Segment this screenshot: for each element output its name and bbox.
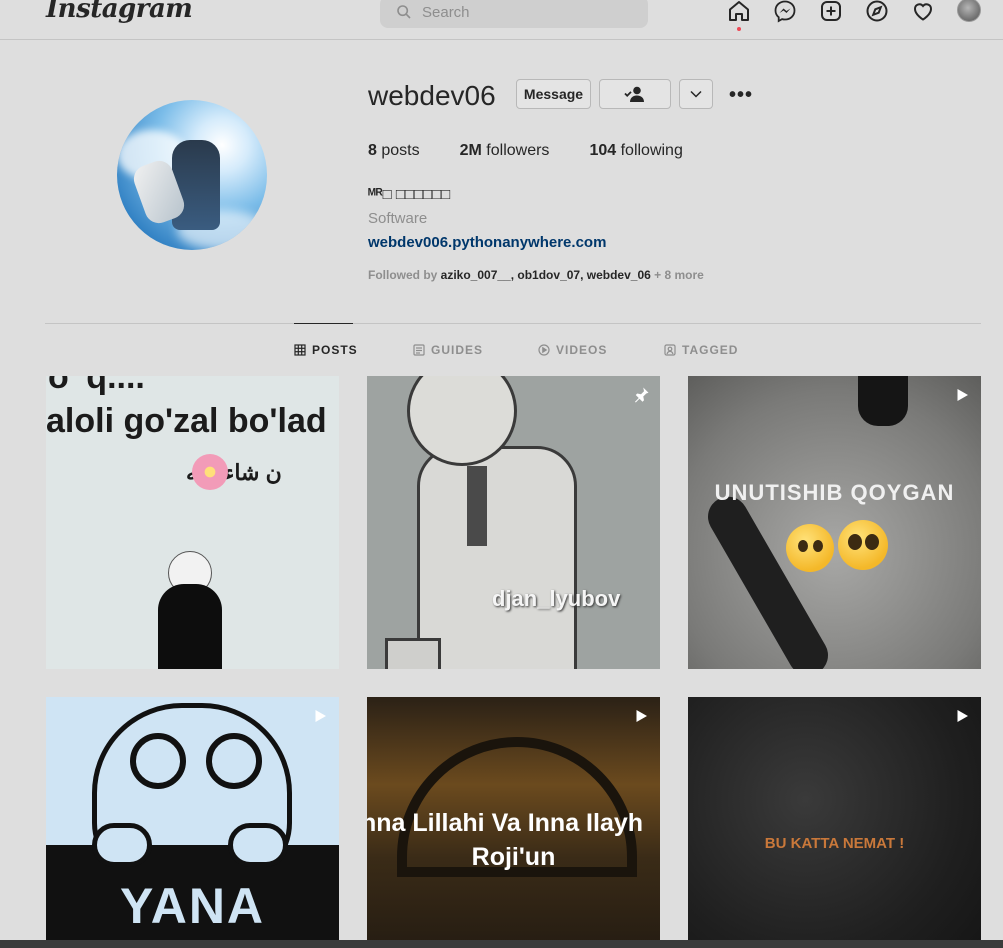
- grid-icon: [294, 344, 306, 356]
- confused-emoji: [786, 524, 834, 572]
- flower-emoji: [192, 454, 228, 490]
- tab-posts[interactable]: POSTS: [294, 343, 358, 357]
- search-icon: [397, 5, 411, 19]
- bio-category: Software: [368, 210, 428, 227]
- more-options-icon[interactable]: •••: [729, 84, 753, 107]
- post-text: Roji'un: [471, 843, 556, 871]
- bio-display-name: ᴹᴿ□ □□□□□□: [368, 186, 451, 203]
- profile-avatar-icon[interactable]: [957, 0, 981, 22]
- followed-by[interactable]: Followed by aziko_007__, ob1dov_07, webd…: [368, 268, 704, 282]
- home-icon[interactable]: [726, 0, 752, 31]
- bio-website-link[interactable]: webdev006.pythonanywhere.com: [368, 234, 606, 251]
- emoji-eye: [848, 534, 862, 550]
- search-placeholder: Search: [422, 3, 470, 21]
- followers-stat[interactable]: 2M followers: [460, 142, 550, 160]
- guide-icon: [413, 344, 425, 356]
- post-text: nna Lillahi Va Inna Ilayh: [367, 809, 644, 837]
- emoji-eye: [798, 540, 808, 552]
- post-text: BU KATTA NEMAT !: [764, 835, 905, 852]
- tabs-divider: [45, 323, 981, 324]
- following-button[interactable]: [599, 79, 671, 109]
- followed-by-more: + 8 more: [650, 268, 704, 282]
- post-text: YANA: [119, 878, 266, 934]
- explore-icon[interactable]: [864, 0, 890, 24]
- following-count: 104: [589, 142, 617, 159]
- tab-videos-label: VIDEOS: [556, 343, 608, 357]
- profile-avatar[interactable]: [117, 100, 267, 250]
- figure-shadow: [700, 489, 836, 669]
- briefcase: [385, 638, 441, 669]
- tab-guides-label: GUIDES: [431, 343, 484, 357]
- post-text: o' q....: [48, 376, 145, 396]
- avatar-person: [172, 140, 220, 230]
- posts-count: 8: [368, 142, 377, 159]
- followed-by-names: aziko_007__, ob1dov_07, webdev_06: [440, 268, 651, 282]
- user-check-icon: [624, 86, 644, 102]
- active-tab-indicator: [294, 323, 353, 324]
- tagged-icon: [664, 344, 676, 356]
- cat-glasses: [206, 733, 262, 789]
- figure-top: [858, 376, 908, 426]
- post-watermark: djan_lyubov: [492, 586, 621, 611]
- pleading-emoji: [838, 520, 888, 570]
- tab-videos[interactable]: VIDEOS: [538, 343, 607, 357]
- following-stat[interactable]: 104 following: [589, 142, 682, 160]
- video-play-icon: [636, 710, 647, 722]
- emoji-eye: [813, 540, 823, 552]
- emoji-eye: [865, 534, 879, 550]
- bottom-scrollbar[interactable]: [0, 940, 1003, 948]
- video-play-icon: [957, 389, 968, 401]
- play-circle-icon: [538, 344, 550, 356]
- man-coat: [417, 446, 577, 669]
- followers-count: 2M: [459, 142, 482, 159]
- post-tile[interactable]: YANA: [46, 697, 339, 948]
- video-play-icon: [957, 710, 968, 722]
- posts-label: posts: [381, 142, 420, 159]
- post-tile[interactable]: o' q.... aloli go'zal bo'lad ن شاء الله: [46, 376, 339, 669]
- suggested-accounts-dropdown[interactable]: [679, 79, 713, 109]
- message-button[interactable]: Message: [516, 79, 591, 109]
- cat-paw: [228, 823, 288, 867]
- activity-heart-icon[interactable]: [910, 0, 936, 24]
- post-text: aloli go'zal bo'lad: [46, 402, 327, 440]
- profile-stats: 8 posts 2M followers 104 following: [368, 142, 723, 160]
- nav-icon-bar: [726, 0, 956, 31]
- character-body: [158, 584, 222, 669]
- following-label: following: [620, 142, 683, 159]
- post-tile[interactable]: BU KATTA NEMAT !: [688, 697, 981, 948]
- instagram-logo[interactable]: Instagram: [46, 0, 193, 24]
- search-bar[interactable]: Search: [380, 0, 648, 28]
- cat-paw: [92, 823, 152, 867]
- profile-username: webdev06: [368, 80, 496, 111]
- post-tile[interactable]: UNUTISHIB QOYGAN: [688, 376, 981, 669]
- tab-tagged[interactable]: TAGGED: [664, 343, 738, 357]
- chevron-down-icon: [690, 90, 702, 98]
- new-post-icon[interactable]: [818, 0, 844, 24]
- top-navbar: Instagram Search: [0, 0, 1003, 40]
- tab-posts-label: POSTS: [312, 343, 358, 357]
- home-notification-dot: [737, 27, 741, 31]
- tab-guides[interactable]: GUIDES: [413, 343, 483, 357]
- posts-stat: 8 posts: [368, 142, 420, 160]
- followers-label: followers: [486, 142, 550, 159]
- post-tile[interactable]: djan_lyubov: [367, 376, 660, 669]
- man-tie: [467, 466, 487, 546]
- video-play-icon: [315, 710, 326, 722]
- post-tile[interactable]: nna Lillahi Va Inna Ilayh Roji'un: [367, 697, 660, 948]
- messenger-icon[interactable]: [772, 0, 798, 24]
- cat-glasses: [130, 733, 186, 789]
- tab-tagged-label: TAGGED: [682, 343, 739, 357]
- post-text: UNUTISHIB QOYGAN: [714, 480, 955, 505]
- pin-icon: [635, 387, 649, 403]
- followed-by-prefix: Followed by: [368, 268, 441, 282]
